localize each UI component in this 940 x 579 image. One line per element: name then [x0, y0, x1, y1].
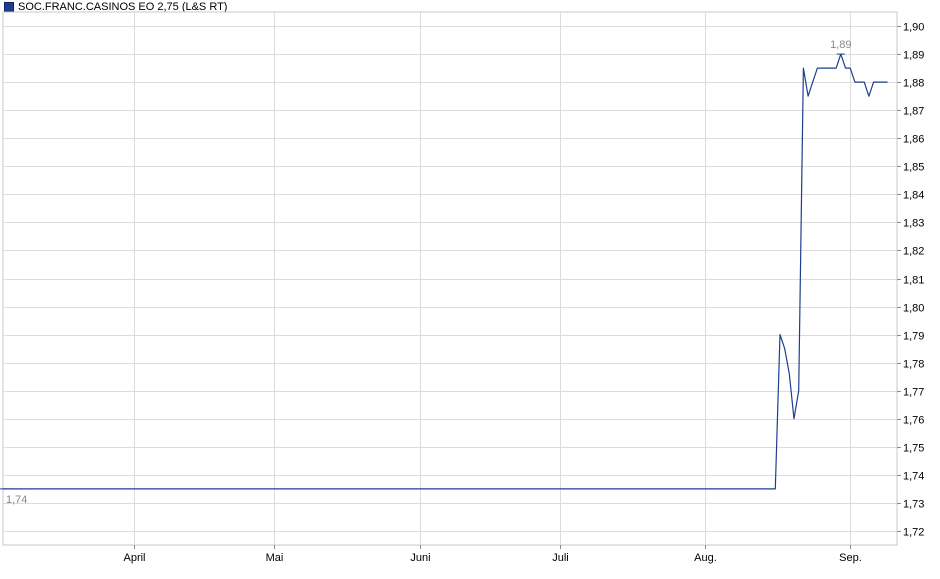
x-tick-label: Mai — [266, 552, 284, 564]
y-tick-label: 1,81 — [903, 275, 924, 287]
plot-frame — [2, 11, 898, 546]
annotation-high-label: 1,89 — [830, 39, 851, 51]
y-tick-label: 1,78 — [903, 359, 924, 371]
y-tick-label: 1,82 — [903, 246, 924, 258]
y-tick-label: 1,89 — [903, 50, 924, 62]
y-tick-label: 1,77 — [903, 387, 924, 399]
y-tick-label: 1,74 — [903, 471, 924, 483]
y-tick-label: 1,88 — [903, 78, 924, 90]
y-tick-label: 1,72 — [903, 527, 924, 539]
y-tick-label: 1,80 — [903, 303, 924, 315]
y-tick-label: 1,75 — [903, 443, 924, 455]
y-tick-label: 1,86 — [903, 134, 924, 146]
y-tick-label: 1,76 — [903, 415, 924, 427]
x-tick-label: Sep. — [839, 552, 862, 564]
y-tick-label: 1,84 — [903, 190, 924, 202]
annotation-low-label: 1,74 — [6, 494, 27, 506]
x-tick-label: Juni — [410, 552, 430, 564]
x-tick-label: Juli — [552, 552, 569, 564]
y-tick-label: 1,85 — [903, 162, 924, 174]
y-tick-label: 1,83 — [903, 218, 924, 230]
x-tick-label: April — [123, 552, 145, 564]
x-tick-label: Aug. — [694, 552, 717, 564]
y-tick-label: 1,90 — [903, 22, 924, 34]
y-tick-label: 1,73 — [903, 499, 924, 511]
price-series-line — [3, 53, 888, 490]
y-tick-label: 1,79 — [903, 331, 924, 343]
price-chart: 1,90 1,89 1,88 1,87 1,86 1,85 1,84 1,83 1,82 1,81… — [0, 11, 924, 564]
y-tick-label: 1,87 — [903, 106, 924, 118]
